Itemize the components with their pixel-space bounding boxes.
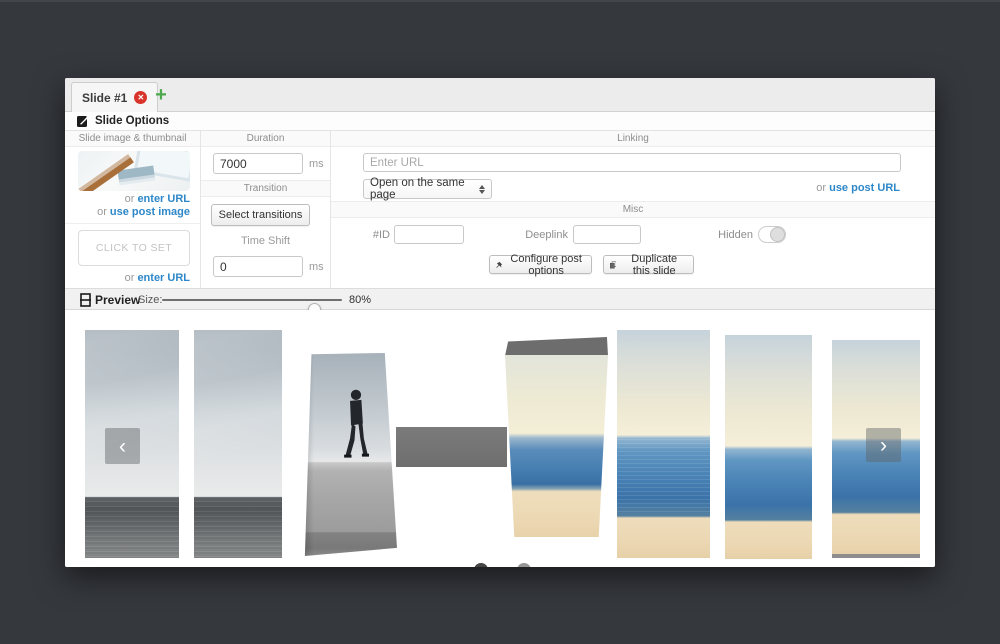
film-frame-icon	[80, 293, 91, 307]
thumbnail-click-to-set[interactable]: CLICK TO SET	[78, 230, 190, 266]
transition-slice-beach-2	[725, 335, 812, 559]
prev-slide-arrow[interactable]: ‹	[105, 428, 140, 464]
link-target-select[interactable]: Open on the same page	[363, 179, 492, 199]
transition-cube-top	[505, 337, 608, 356]
businessman-figure	[339, 389, 369, 466]
preview-size-slider-track[interactable]	[162, 299, 342, 301]
duplicate-slide-button[interactable]: Duplicate this slide	[603, 255, 694, 274]
time-shift-unit: ms	[309, 261, 324, 273]
transition-cube-side	[396, 427, 507, 467]
time-shift-input[interactable]	[213, 256, 303, 277]
configure-post-options-button[interactable]: Configure post options	[489, 255, 592, 274]
preview-size-label: Size:	[138, 294, 162, 306]
slide-tab-bar: Slide #1 ✕ +	[65, 78, 935, 112]
transition-slice-grey-2	[194, 330, 282, 558]
enter-url-link-2[interactable]: enter URL	[137, 272, 190, 284]
pushpin-icon	[496, 260, 502, 270]
screen: Slide #1 ✕ + Slide Options Slide image &…	[0, 0, 1000, 644]
slide-image-thumbnail[interactable]	[78, 151, 190, 191]
deeplink-label: Deeplink	[471, 229, 568, 241]
edit-icon	[77, 115, 89, 127]
enter-url-line: or enter URL	[125, 193, 190, 205]
enter-url-line-2: or enter URL	[125, 272, 190, 284]
duration-header: Duration	[201, 131, 330, 147]
duration-input[interactable]	[213, 153, 303, 174]
link-target-value: Open on the same page	[370, 177, 479, 201]
slider-preview-canvas: ‹ ›	[65, 310, 935, 567]
copy-icon	[610, 260, 616, 270]
pager-dot-2[interactable]	[517, 563, 531, 567]
slide-options-header: Slide Options	[65, 112, 935, 130]
or-prefix: or	[816, 182, 829, 194]
tab-slide-1-label: Slide #1	[82, 91, 127, 105]
duration-unit: ms	[309, 158, 324, 170]
top-edge-highlight	[0, 0, 1000, 2]
or-prefix: or	[125, 193, 138, 205]
transition-slice-beach-1	[617, 330, 710, 558]
pager-dot-1[interactable]	[474, 563, 488, 567]
slide-options-grid: Slide image & thumbnail or enter URL or …	[65, 130, 935, 288]
enter-url-link[interactable]: enter URL	[137, 193, 190, 205]
preview-size-value: 80%	[349, 294, 371, 306]
select-transitions-button[interactable]: Select transitions	[211, 204, 310, 226]
preview-title: Preview	[95, 293, 140, 307]
hidden-label: Hidden	[661, 229, 753, 241]
next-slide-arrow[interactable]: ›	[866, 428, 901, 462]
transition-header: Transition	[201, 180, 330, 197]
or-prefix: or	[97, 206, 110, 218]
use-post-image-link[interactable]: use post image	[110, 206, 190, 218]
duplicate-slide-label: Duplicate this slide	[621, 253, 687, 277]
column-linking-misc: Linking Open on the same page or use pos…	[330, 131, 935, 289]
link-url-input[interactable]	[363, 153, 901, 172]
slide-image-header: Slide image & thumbnail	[65, 131, 200, 147]
id-label: #ID	[331, 229, 390, 241]
tab-slide-1[interactable]: Slide #1 ✕	[71, 82, 158, 112]
configure-post-options-label: Configure post options	[507, 253, 585, 277]
use-post-url-link[interactable]: use post URL	[829, 182, 900, 194]
column-timing: Duration ms Transition Select transition…	[200, 131, 330, 289]
slide-options-title: Slide Options	[95, 115, 169, 127]
add-slide-button[interactable]: +	[149, 82, 173, 108]
or-prefix: or	[125, 272, 138, 284]
select-arrows-icon	[479, 185, 485, 194]
use-post-image-line: or use post image	[97, 206, 190, 218]
deeplink-input[interactable]	[573, 225, 641, 244]
column-slide-image: Slide image & thumbnail or enter URL or …	[65, 131, 200, 289]
time-shift-label: Time Shift	[201, 235, 330, 247]
hidden-toggle[interactable]	[758, 226, 786, 243]
transition-slice-beach-cube	[505, 355, 608, 537]
transition-slice-businessman	[303, 353, 397, 556]
slider-editor-panel: Slide #1 ✕ + Slide Options Slide image &…	[65, 78, 935, 567]
hidden-toggle-knob	[770, 227, 785, 242]
misc-header: Misc	[331, 201, 935, 218]
use-post-url-line: or use post URL	[816, 182, 900, 194]
id-input[interactable]	[394, 225, 464, 244]
preview-toolbar: Preview Size: 80%	[65, 288, 935, 310]
linking-header: Linking	[331, 131, 935, 147]
close-slide-icon[interactable]: ✕	[134, 91, 147, 104]
divider	[65, 223, 200, 224]
